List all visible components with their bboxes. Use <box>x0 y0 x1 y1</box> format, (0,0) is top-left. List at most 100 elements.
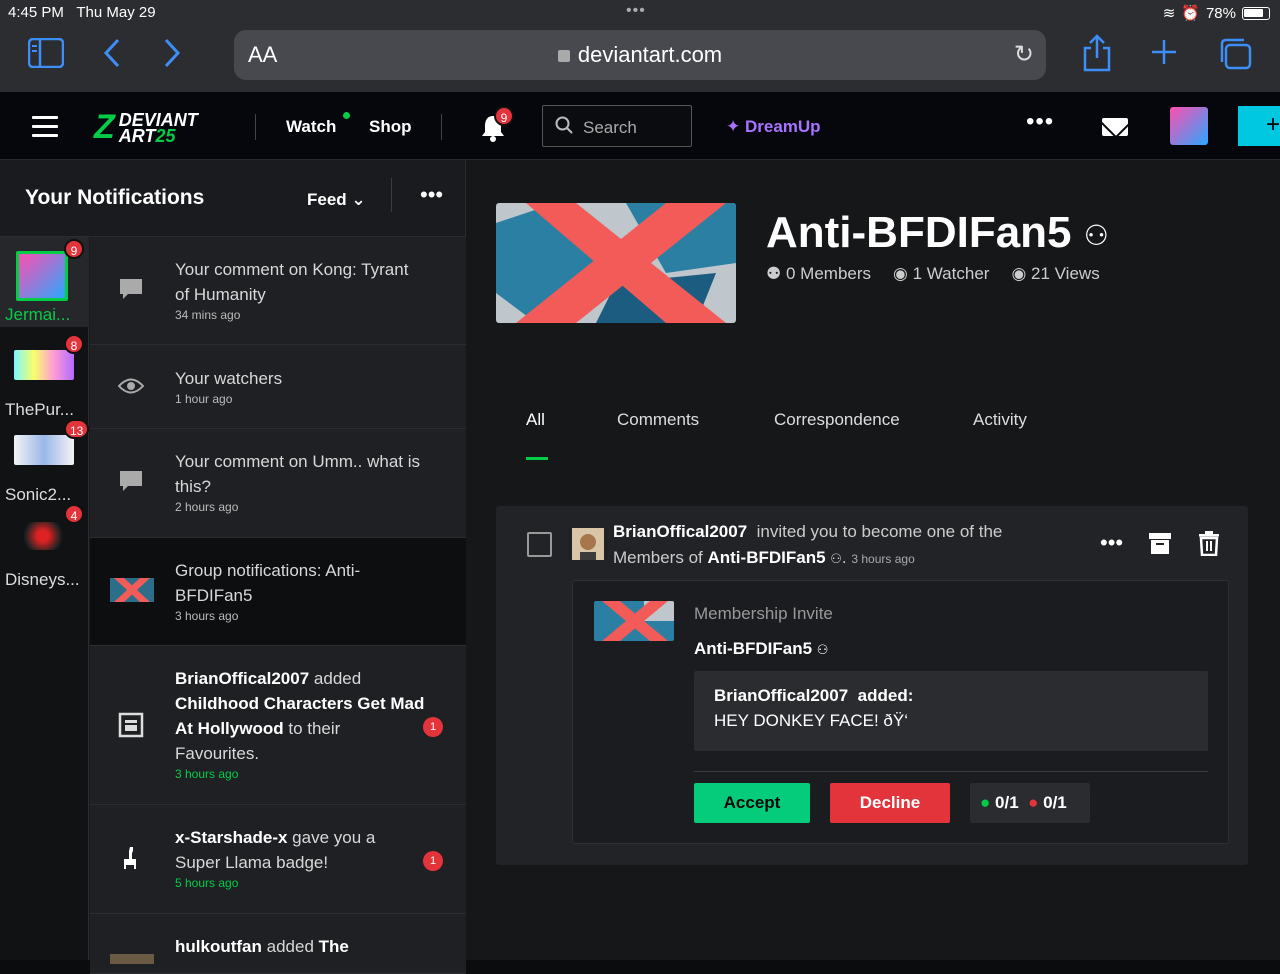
trash-icon[interactable] <box>1197 530 1221 562</box>
group-thumbnail <box>594 601 674 641</box>
members-stat[interactable]: ⚉ 0 Members <box>766 264 871 284</box>
list-item[interactable]: Your comment on Kong: Tyrant of Humanity… <box>90 237 466 345</box>
favourite-collection-icon <box>118 712 144 744</box>
eye-icon: ◉ <box>893 264 908 283</box>
nav-shop[interactable]: Shop <box>369 117 412 137</box>
status-time: 4:45 PM Thu May 29 <box>8 4 156 21</box>
sender-item[interactable]: Jermai... 9 <box>0 237 89 327</box>
tab-comments[interactable]: Comments <box>617 410 699 430</box>
safari-toolbar: AA deviantart.com ↻ <box>0 26 1280 92</box>
tab-correspondence[interactable]: Correspondence <box>774 410 900 430</box>
card-actions: ••• <box>1100 530 1221 562</box>
deviantart-logo[interactable]: Z DEVIANT ART25 <box>94 108 198 147</box>
nav-watch[interactable]: Watch <box>286 117 336 137</box>
select-checkbox[interactable] <box>527 532 552 557</box>
notifications-more-icon[interactable]: ••• <box>420 182 443 208</box>
sender-item[interactable]: Disneys... 4 <box>0 502 89 592</box>
battery-icon <box>1242 6 1270 20</box>
user-avatar[interactable] <box>1170 107 1208 145</box>
list-item[interactable]: x-Starshade-x gave you a Super Llama bad… <box>90 805 466 914</box>
lock-icon <box>557 50 570 62</box>
group-icon: ⚇ <box>830 551 842 566</box>
more-options-icon[interactable]: ••• <box>1100 530 1123 562</box>
count-badge: 1 <box>423 851 443 871</box>
active-tab-indicator <box>526 457 548 460</box>
watchers-stat[interactable]: ◉ 1 Watcher <box>893 264 989 284</box>
address-bar[interactable]: AA deviantart.com ↻ <box>234 30 1046 80</box>
multitask-dots[interactable]: ••• <box>626 2 646 20</box>
llama-icon <box>118 845 140 877</box>
sender-item[interactable]: ThePur... 8 <box>0 332 89 422</box>
members-icon: ⚉ <box>766 264 782 283</box>
eye-icon: ◉ <box>1011 264 1027 283</box>
wifi-icon: ≋ <box>1162 5 1176 22</box>
group-avatar[interactable] <box>496 203 736 323</box>
list-item[interactable]: Your comment on Umm.. what is this? 2 ho… <box>90 429 466 538</box>
logo-z-icon: Z <box>94 108 115 146</box>
comment-icon <box>118 469 144 499</box>
avatar <box>18 522 68 550</box>
search-input[interactable]: Search <box>542 105 692 147</box>
count-badge: 1 <box>423 717 443 737</box>
forward-icon[interactable] <box>162 36 182 78</box>
group-icon: ⚇ <box>1083 219 1109 251</box>
avatar <box>14 350 74 380</box>
dreamup-link[interactable]: ✦ DreamUp <box>726 117 821 137</box>
bell-badge: 9 <box>494 106 514 126</box>
accept-button[interactable]: Accept <box>694 783 810 823</box>
group-link[interactable]: Anti-BFDIFan5 <box>707 548 825 567</box>
menu-icon[interactable] <box>32 116 58 143</box>
share-icon[interactable] <box>1082 34 1112 80</box>
url-text: deviantart.com <box>234 42 1046 68</box>
avatar <box>14 435 74 465</box>
membership-invite: Membership Invite Anti-BFDIFan5 ⚇ BrianO… <box>572 580 1229 844</box>
archive-icon[interactable] <box>1147 530 1173 562</box>
notifications-header: Your Notifications Feed ⌄ ••• <box>0 160 466 237</box>
views-stat: ◉ 21 Views <box>1011 264 1100 283</box>
sender-list: Jermai... 9 ThePur... 8 Sonic2... 13 Dis… <box>0 237 90 960</box>
eye-icon <box>117 375 145 401</box>
ios-status-bar: 4:45 PM Thu May 29 ••• ≋ ⏰ 78% <box>0 0 1280 26</box>
list-item[interactable]: hulkoutfan added The <box>90 914 466 974</box>
sparkle-icon: ✦ <box>726 117 741 136</box>
invite-notification-card: BrianOffical2007 invited you to become o… <box>496 506 1248 865</box>
feed-dropdown[interactable]: Feed ⌄ <box>307 190 366 210</box>
invite-group-name[interactable]: Anti-BFDIFan5 ⚇ <box>694 639 828 659</box>
group-thumbnail <box>110 578 154 608</box>
avatar <box>16 251 68 301</box>
more-menu-icon[interactable]: ••• <box>1026 108 1054 136</box>
chevron-down-icon: ⌄ <box>351 190 366 209</box>
group-stats: ⚉ 0 Members ◉ 1 Watcher ◉ 21 Views <box>766 264 1100 284</box>
group-title: Anti-BFDIFan5 ⚇ <box>766 208 1109 257</box>
search-icon <box>555 116 573 139</box>
tabs-overview-icon[interactable] <box>1218 38 1252 78</box>
mail-icon[interactable] <box>1102 118 1128 136</box>
sender-username[interactable]: BrianOffical2007 <box>613 522 747 541</box>
battery-percent: 78% <box>1205 4 1236 22</box>
sender-item[interactable]: Sonic2... 13 <box>0 417 90 507</box>
group-icon: ⚇ <box>816 642 829 657</box>
submit-button[interactable]: + <box>1238 106 1280 146</box>
list-item[interactable]: Your watchers 1 hour ago <box>90 345 466 429</box>
decline-button[interactable]: Decline <box>830 783 950 823</box>
new-tab-icon[interactable] <box>1150 38 1178 74</box>
tab-all[interactable]: All <box>526 410 545 430</box>
reload-icon[interactable]: ↻ <box>1014 40 1034 69</box>
tab-activity[interactable]: Activity <box>973 410 1027 430</box>
status-right: ≋ ⏰ 78% <box>1163 4 1270 22</box>
alarm-icon: ⏰ <box>1181 5 1200 22</box>
list-item[interactable]: Group notifications: Anti-BFDIFan5 3 hou… <box>90 538 466 646</box>
comment-icon <box>118 277 144 307</box>
avatar[interactable] <box>572 528 604 560</box>
watch-new-dot <box>343 112 350 119</box>
back-icon[interactable] <box>102 36 122 78</box>
sidebar-icon[interactable] <box>27 37 65 76</box>
yes-vote-icon: ● <box>980 793 991 812</box>
notifications-title: Your Notifications <box>25 186 205 209</box>
invite-type-label: Membership Invite <box>694 604 833 623</box>
no-vote-icon: ● <box>1028 793 1039 812</box>
list-item[interactable]: BrianOffical2007 added Childhood Charact… <box>90 646 466 805</box>
vote-counts: ● 0/1 ● 0/1 <box>970 783 1090 823</box>
invite-message: BrianOffical2007 added: HEY DONKEY FACE!… <box>694 671 1208 751</box>
deviation-thumbnail <box>110 954 154 964</box>
